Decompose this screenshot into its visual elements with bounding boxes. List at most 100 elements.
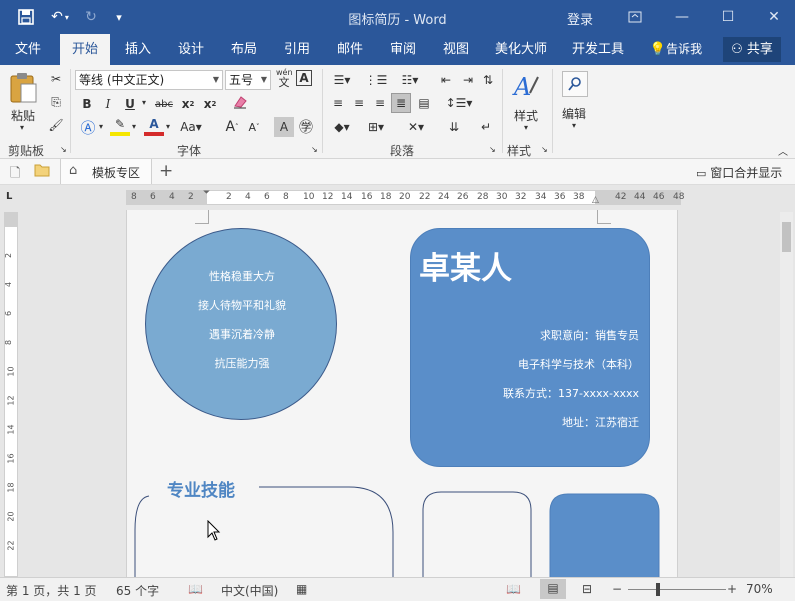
sort-ascending-icon[interactable]: ⇊ xyxy=(444,117,464,137)
tab-design[interactable]: 设计 xyxy=(171,34,211,65)
styles-button[interactable]: 样式 xyxy=(514,107,538,124)
print-layout-icon[interactable]: ▤ xyxy=(540,579,566,599)
align-left-icon[interactable]: ≡ xyxy=(328,93,348,113)
distributed-icon[interactable]: ▤ xyxy=(414,93,434,113)
copy-icon[interactable]: ⎘ xyxy=(46,92,66,112)
zoom-slider-thumb[interactable] xyxy=(656,583,660,596)
highlight-icon[interactable]: ✎ xyxy=(110,116,130,136)
font-color-dropdown-icon[interactable]: ▾ xyxy=(166,122,170,131)
open-folder-icon[interactable] xyxy=(34,163,50,180)
strikethrough-icon[interactable]: abc xyxy=(154,94,174,114)
paste-dropdown-icon[interactable]: ▾ xyxy=(20,123,24,132)
search-icon[interactable] xyxy=(562,71,588,97)
ribbon-display-options-icon[interactable] xyxy=(615,4,655,30)
zoom-out-icon[interactable]: − xyxy=(612,582,622,596)
tell-me-search[interactable]: 💡告诉我 xyxy=(646,34,706,65)
decrease-indent-icon[interactable]: ⇤ xyxy=(436,70,456,90)
underline-icon[interactable]: U xyxy=(120,94,140,114)
grow-font-icon[interactable]: A ˄ xyxy=(222,117,242,137)
italic-icon[interactable]: I xyxy=(98,94,118,114)
editing-dropdown-icon[interactable]: ▾ xyxy=(572,121,576,130)
chinese-layout-icon[interactable]: ✕▾ xyxy=(402,117,430,137)
underline-dropdown-icon[interactable]: ▾ xyxy=(142,98,146,107)
zoom-slider[interactable] xyxy=(628,589,726,590)
tab-layout[interactable]: 布局 xyxy=(224,34,264,65)
sort-icon[interactable]: ⇅ xyxy=(480,70,496,90)
merge-windows-button[interactable]: ▭ 窗口合并显示 xyxy=(696,164,782,181)
character-border-icon[interactable]: A xyxy=(296,70,312,86)
tab-insert[interactable]: 插入 xyxy=(118,34,158,65)
borders-icon[interactable]: ⊞▾ xyxy=(362,117,390,137)
change-case-icon[interactable]: Aa▾ xyxy=(178,117,204,137)
web-layout-icon[interactable]: ⊟ xyxy=(582,582,592,596)
language-indicator[interactable]: 中文(中国) xyxy=(221,582,278,599)
page-count[interactable]: 第 1 页，共 1 页 xyxy=(6,582,97,599)
phonetic-guide-icon[interactable]: wén 文 xyxy=(276,68,293,88)
close-button[interactable]: ✕ xyxy=(754,4,794,30)
tab-file[interactable]: 文件 xyxy=(8,34,48,65)
paragraph-launcher-icon[interactable]: ↘ xyxy=(489,145,496,154)
read-mode-icon[interactable]: 📖 xyxy=(506,582,521,596)
show-marks-icon[interactable]: ↵ xyxy=(476,117,496,137)
tab-developer[interactable]: 开发工具 xyxy=(566,34,630,65)
numbering-icon[interactable]: ⋮☰ xyxy=(362,70,390,90)
clipboard-launcher-icon[interactable]: ↘ xyxy=(60,145,67,154)
clear-formatting-icon[interactable] xyxy=(230,92,250,112)
subscript-icon[interactable]: x2 xyxy=(178,94,198,114)
minimize-button[interactable]: — xyxy=(662,4,702,30)
tab-template-zone[interactable]: ⌂ 模板专区 xyxy=(60,159,152,184)
font-size-dropdown[interactable]: 五号 ▼ xyxy=(225,70,271,90)
styles-dropdown-icon[interactable]: ▾ xyxy=(524,123,528,132)
font-color-icon[interactable]: A xyxy=(144,116,164,136)
zoom-level[interactable]: 70% xyxy=(746,582,773,596)
superscript-icon[interactable]: x2 xyxy=(200,94,220,114)
bullets-icon[interactable]: ☰▾ xyxy=(328,70,356,90)
font-name-dropdown[interactable]: 等线 (中文正文) ▼ xyxy=(75,70,223,90)
new-document-icon[interactable]: 🗋 xyxy=(10,164,20,186)
word-count[interactable]: 65 个字 xyxy=(116,582,159,599)
login-link[interactable]: 登录 xyxy=(567,9,593,28)
font-launcher-icon[interactable]: ↘ xyxy=(311,145,318,154)
profile-box[interactable]: 卓某人 求职意向：销售专员 电子科学与技术（本科） 联系方式：137-xxxx-… xyxy=(410,228,650,467)
tab-view[interactable]: 视图 xyxy=(436,34,476,65)
paste-button[interactable]: 粘贴 xyxy=(11,107,35,124)
align-center-icon[interactable]: ≡ xyxy=(349,93,369,113)
line-spacing-icon[interactable]: ↕☰▾ xyxy=(444,93,474,113)
cut-icon[interactable]: ✂ xyxy=(46,69,66,89)
first-line-indent-marker[interactable]: ⏷ xyxy=(203,188,210,198)
vertical-ruler[interactable]: 2 4 6 8 10 12 14 16 18 20 22 xyxy=(4,212,18,577)
align-right-icon[interactable]: ≡ xyxy=(370,93,390,113)
text-effects-icon[interactable]: Ⓐ xyxy=(78,117,98,137)
justify-icon[interactable]: ≣ xyxy=(391,93,411,113)
shrink-font-icon[interactable]: A ˅ xyxy=(244,117,264,137)
text-effects-dropdown-icon[interactable]: ▾ xyxy=(99,122,103,131)
styles-launcher-icon[interactable]: ↘ xyxy=(541,145,548,154)
add-tab-icon[interactable]: + xyxy=(159,161,173,181)
tab-selector-icon[interactable]: L xyxy=(6,191,12,202)
collapse-ribbon-icon[interactable]: ︿ xyxy=(778,143,788,158)
format-painter-icon[interactable]: 🖌 xyxy=(46,115,66,135)
macro-record-icon[interactable]: ▦ xyxy=(296,582,307,596)
right-indent-marker[interactable]: △ xyxy=(592,195,599,205)
zoom-in-icon[interactable]: + xyxy=(727,582,737,596)
tab-home[interactable]: 开始 xyxy=(60,34,110,65)
enclose-characters-icon[interactable]: ㊫ xyxy=(296,117,316,137)
styles-gallery-icon[interactable]: A xyxy=(512,71,542,104)
shading-icon[interactable]: ◆▾ xyxy=(328,117,356,137)
increase-indent-icon[interactable]: ⇥ xyxy=(458,70,478,90)
tab-review[interactable]: 审阅 xyxy=(383,34,423,65)
tab-mailings[interactable]: 邮件 xyxy=(330,34,370,65)
scrollbar-thumb[interactable] xyxy=(782,222,791,252)
editing-button[interactable]: 编辑 xyxy=(562,105,586,122)
character-shading-icon[interactable]: A xyxy=(274,117,294,137)
horizontal-ruler[interactable]: 8 6 4 2 2 4 6 8 10 12 14 16 18 20 22 24 26 28 30 32 34 36 38 42… xyxy=(126,188,684,205)
multilevel-list-icon[interactable]: ☷▾ xyxy=(396,70,424,90)
share-button[interactable]: ⚇ 共享 xyxy=(723,37,781,62)
traits-circle[interactable]: 性格稳重大方 接人待物平和礼貌 遇事沉着冷静 抗压能力强 xyxy=(145,228,337,420)
paste-icon[interactable] xyxy=(8,71,38,108)
highlight-dropdown-icon[interactable]: ▾ xyxy=(132,122,136,131)
maximize-button[interactable]: ☐ xyxy=(708,4,748,30)
vertical-scrollbar[interactable] xyxy=(780,212,793,577)
tab-references[interactable]: 引用 xyxy=(277,34,317,65)
bold-icon[interactable]: B xyxy=(77,94,97,114)
